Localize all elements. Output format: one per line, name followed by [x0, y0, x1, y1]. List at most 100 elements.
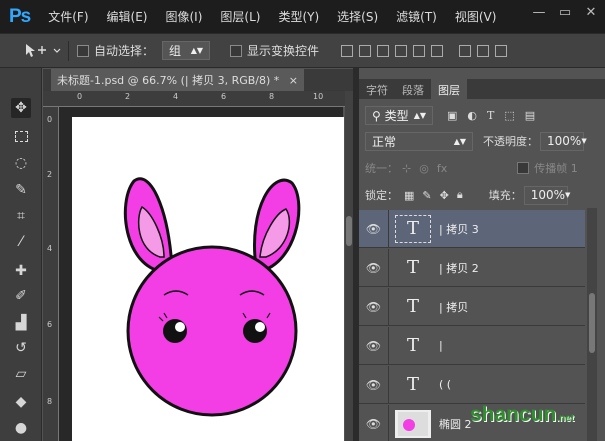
align-bottom-icon[interactable] [377, 44, 390, 57]
propagate-label: 传播帧 1 [534, 162, 578, 175]
quick-select-icon[interactable]: ✎ [11, 180, 31, 200]
align-left-icon[interactable] [395, 44, 408, 57]
bucket-icon[interactable]: ◆ [11, 392, 31, 412]
canvas[interactable] [72, 117, 344, 441]
ruler-label: 4 [47, 244, 53, 253]
menu-view[interactable]: 视图(V) [455, 8, 497, 25]
eyedropper-icon[interactable]: ⁄ [11, 232, 31, 252]
lock-row: 锁定： ▦ ✎ ✥ 🔒︎ 填充： 100% ▼ [359, 184, 597, 206]
move-icon[interactable]: ✥ [11, 98, 31, 118]
opacity-input[interactable]: 100% ▼ [540, 131, 587, 151]
filter-smart-icon[interactable]: ▤ [525, 109, 535, 122]
distribute-top-icon[interactable] [459, 44, 472, 57]
filter-pixel-icon[interactable]: ▣ [447, 109, 457, 122]
ruler-label: 0 [77, 92, 83, 101]
align-hcenter-icon[interactable] [413, 44, 426, 57]
document-tab[interactable]: 未标题-1.psd @ 66.7% (| 拷贝 3, RGB/8) * × [51, 69, 305, 91]
menu-type[interactable]: 类型(Y) [278, 8, 319, 25]
ruler-label: 8 [47, 397, 53, 406]
healing-icon[interactable]: ✚ [11, 261, 31, 281]
tab-layers[interactable]: 图层 [431, 79, 467, 99]
auto-select-checkbox[interactable] [77, 44, 89, 57]
distribute-bottom-icon[interactable] [495, 44, 508, 57]
layer-row[interactable]: 👁︎ T | 拷贝 2 [359, 248, 585, 287]
tab-character[interactable]: 字符 [359, 79, 395, 99]
menu-edit[interactable]: 编辑(E) [107, 8, 148, 25]
document-workspace[interactable] [59, 107, 344, 441]
lock-all-icon[interactable]: 🔒︎ [457, 188, 463, 202]
menu-layer[interactable]: 图层(L) [220, 8, 260, 25]
fill-input[interactable]: 100% ▼ [523, 185, 570, 205]
filter-type-dropdown[interactable]: ⚲ 类型 ▲▼ [365, 105, 433, 125]
layer-row[interactable]: 👁︎ T | 拷贝 [359, 287, 585, 326]
left-eye [163, 319, 187, 343]
photoshop-logo: Ps [9, 5, 31, 27]
layer-name: | [439, 339, 443, 352]
minimize-icon[interactable]: — [532, 6, 546, 20]
menu-file[interactable]: 文件(F) [48, 8, 88, 25]
visibility-eye-icon[interactable]: 👁︎ [359, 248, 389, 287]
stamp-icon[interactable]: ▟ [11, 313, 31, 333]
horizontal-ruler: 0 2 4 6 8 10 [43, 91, 345, 107]
visibility-eye-icon[interactable]: 👁︎ [359, 404, 389, 441]
unify-style-icon[interactable]: fx [437, 162, 447, 175]
ruler-label: 0 [47, 115, 53, 124]
auto-select-label: 自动选择： [94, 44, 155, 58]
align-right-icon[interactable] [431, 44, 444, 57]
filter-type-icon[interactable]: T [487, 109, 494, 122]
auto-select-dropdown[interactable]: 组 ▲▼ [162, 41, 211, 60]
ruler-label: 8 [269, 92, 275, 101]
visibility-eye-icon[interactable]: 👁︎ [359, 365, 389, 404]
ruler-label: 2 [125, 92, 131, 101]
fill-label: 填充： [488, 189, 522, 202]
show-transform-checkbox[interactable] [230, 44, 243, 57]
options-bar: 自动选择： 组 ▲▼ 显示变换控件 [0, 33, 605, 68]
history-brush-icon[interactable]: ↺ [11, 338, 31, 358]
shape-layer-thumbnail [395, 409, 431, 438]
eraser-icon[interactable]: ▱ [11, 364, 31, 384]
layer-name: | 拷贝 [439, 300, 469, 314]
menu-image[interactable]: 图像(I) [165, 8, 202, 25]
layer-row[interactable]: 👁︎ T ( ( [359, 365, 585, 404]
align-top-icon[interactable] [341, 44, 354, 57]
filter-shape-icon[interactable]: ⬚ [504, 109, 514, 122]
lock-transparent-icon[interactable]: ▦ [404, 189, 414, 202]
propagate-checkbox[interactable] [517, 162, 530, 174]
gradient-icon[interactable]: ● [11, 418, 31, 438]
document-title: 未标题-1.psd @ 66.7% (| 拷贝 3, RGB/8) * [57, 74, 280, 87]
unify-position-icon[interactable]: ⊹ [402, 162, 411, 175]
menu-filter[interactable]: 滤镜(T) [396, 8, 437, 25]
visibility-eye-icon[interactable]: 👁︎ [359, 287, 389, 326]
vertical-ruler: 0 2 4 6 8 [43, 107, 59, 441]
lock-paint-icon[interactable]: ✎ [422, 189, 431, 202]
layer-row[interactable]: 👁︎ T | [359, 326, 585, 365]
close-tab-icon[interactable]: × [289, 74, 298, 87]
lasso-icon[interactable]: ◌ [11, 153, 31, 173]
visibility-eye-icon[interactable]: 👁︎ [359, 326, 389, 365]
blend-mode-dropdown[interactable]: 正常 ▲▼ [365, 131, 473, 151]
layers-panel: 字符 段落 图层 ⚲ 类型 ▲▼ ▣ ◐ T ⬚ ▤ 正常 ▲▼ 不透明度： 100… [359, 68, 605, 441]
ruler-label: 4 [173, 92, 179, 101]
menu-bar: Ps 文件(F) 编辑(E) 图像(I) 图层(L) 类型(Y) 选择(S) 滤… [0, 0, 605, 33]
maximize-icon[interactable]: ▭ [558, 6, 572, 20]
ruler-label: 10 [313, 92, 324, 101]
brush-icon[interactable]: ✐ [11, 286, 31, 306]
layers-scrollbar[interactable] [587, 208, 597, 441]
align-vcenter-icon[interactable] [359, 44, 372, 57]
distribute-buttons [459, 44, 508, 57]
close-icon[interactable]: ✕ [584, 6, 598, 20]
text-layer-thumbnail: T [406, 335, 419, 356]
menu-select[interactable]: 选择(S) [337, 8, 378, 25]
move-tool-icon[interactable] [22, 41, 62, 61]
visibility-eye-icon[interactable]: 👁︎ [359, 209, 389, 248]
layer-row[interactable]: 👁︎ T | 拷贝 3 [359, 209, 585, 248]
lock-position-icon[interactable]: ✥ [440, 189, 449, 202]
unify-visibility-icon[interactable]: ◎ [419, 162, 429, 175]
filter-adjust-icon[interactable]: ◐ [467, 109, 477, 122]
crop-icon[interactable]: ⌗ [11, 206, 31, 226]
canvas-vertical-scrollbar[interactable] [345, 91, 353, 441]
show-transform-label: 显示变换控件 [247, 44, 320, 58]
distribute-vcenter-icon[interactable] [477, 44, 490, 57]
tab-paragraph[interactable]: 段落 [395, 79, 431, 99]
marquee-icon[interactable] [11, 126, 31, 146]
